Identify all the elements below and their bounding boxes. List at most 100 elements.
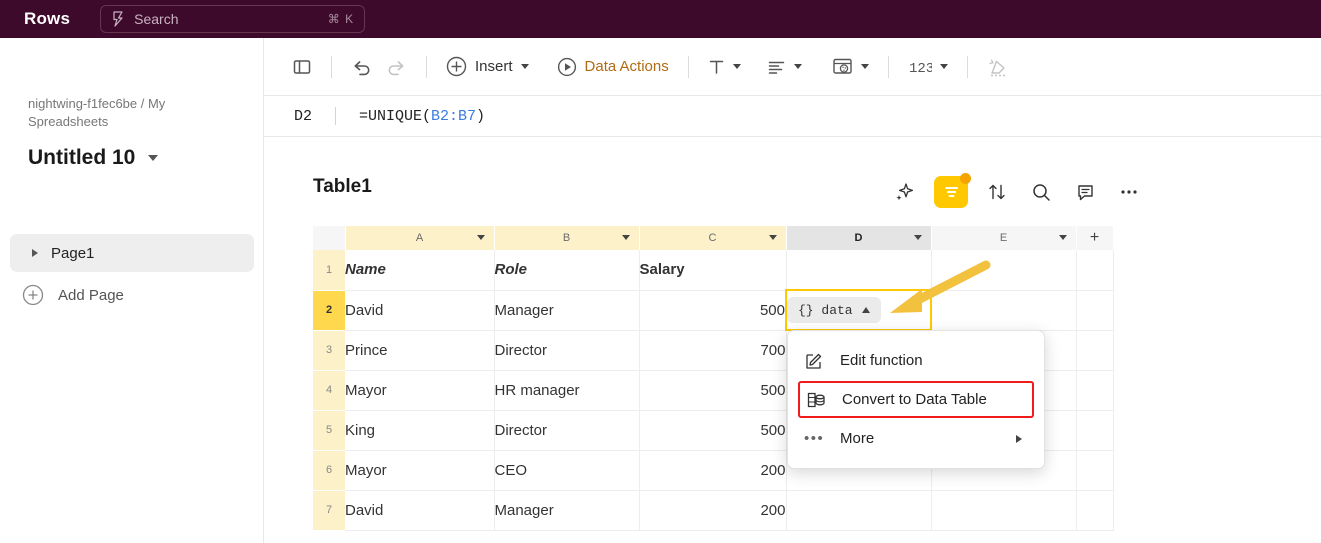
chevron-down-icon[interactable] — [520, 64, 529, 69]
chevron-right-icon[interactable] — [1016, 434, 1022, 443]
table-more-button[interactable] — [1114, 177, 1144, 207]
row-header[interactable]: 6 — [313, 450, 345, 491]
row-header-active[interactable]: 2 — [313, 290, 345, 331]
chevron-down-icon[interactable] — [1058, 235, 1067, 240]
chevron-down-icon[interactable] — [860, 64, 869, 69]
cell-c5[interactable]: 500 — [639, 410, 787, 451]
cell-b5[interactable]: Director — [494, 410, 640, 451]
table-row: 2 David Manager 500 {} data — [313, 289, 1114, 331]
menu-item-convert-to-data-table[interactable]: Convert to Data Table — [798, 381, 1034, 418]
cell-f1[interactable] — [1076, 250, 1114, 291]
cell-b1[interactable]: Role — [494, 250, 640, 291]
add-column-button[interactable]: + — [1076, 226, 1114, 250]
column-letter: A — [415, 232, 424, 244]
cell-e7[interactable] — [931, 490, 1077, 531]
row-header[interactable]: 4 — [313, 370, 345, 411]
redo-button[interactable] — [379, 51, 413, 83]
cell-b4[interactable]: HR manager — [494, 370, 640, 411]
chevron-down-icon[interactable] — [939, 64, 948, 69]
chevron-down-icon[interactable] — [148, 155, 159, 161]
cell-d7[interactable] — [786, 490, 932, 531]
global-search[interactable]: Search ⌘ K — [100, 5, 366, 33]
table-toolbar — [890, 173, 1144, 208]
cell-reference[interactable]: D2 — [294, 108, 312, 125]
row-header[interactable]: 3 — [313, 330, 345, 371]
cell-c2[interactable]: 500 — [639, 290, 787, 331]
app-logo[interactable]: Rows — [24, 9, 70, 29]
search-table-button[interactable] — [1026, 177, 1056, 207]
cell-f4[interactable] — [1076, 370, 1114, 411]
cell-c4[interactable]: 500 — [639, 370, 787, 411]
sort-button[interactable] — [982, 177, 1012, 207]
cell-c7[interactable]: 200 — [639, 490, 787, 531]
panel-toggle-button[interactable] — [286, 51, 318, 83]
cell-a1[interactable]: Name — [345, 250, 495, 291]
insert-button[interactable]: Insert — [440, 51, 535, 83]
cell-a2[interactable]: David — [345, 290, 495, 331]
chevron-right-icon[interactable] — [32, 249, 38, 257]
cell-a3[interactable]: Prince — [345, 330, 495, 371]
sort-icon — [989, 184, 1005, 200]
cell-f5[interactable] — [1076, 410, 1114, 451]
comment-button[interactable] — [1070, 177, 1100, 207]
svg-text:123: 123 — [909, 61, 932, 76]
column-header-c[interactable]: C — [639, 226, 787, 250]
document-title-row[interactable]: Untitled 10 — [28, 146, 159, 170]
search-input-placeholder[interactable]: Search — [134, 11, 328, 27]
row-header[interactable]: 5 — [313, 410, 345, 451]
cell-d2-selected[interactable]: {} data — [785, 289, 932, 331]
formula-suffix: ) — [476, 107, 486, 125]
chevron-down-icon[interactable] — [621, 235, 630, 240]
cell-b6[interactable]: CEO — [494, 450, 640, 491]
cell-e1[interactable] — [931, 250, 1077, 291]
cell-b2[interactable]: Manager — [494, 290, 640, 331]
column-header-d[interactable]: D — [786, 226, 932, 250]
cell-b3[interactable]: Director — [494, 330, 640, 371]
cell-c6[interactable]: 200 — [639, 450, 787, 491]
undo-button[interactable] — [345, 51, 379, 83]
cell-f7[interactable] — [1076, 490, 1114, 531]
cell-e2[interactable] — [931, 290, 1077, 331]
ai-sparkle-icon[interactable] — [890, 177, 920, 207]
column-header-a[interactable]: A — [345, 226, 495, 250]
chevron-down-icon[interactable] — [793, 64, 802, 69]
sidebar-item-page1[interactable]: Page1 — [10, 234, 254, 272]
chevron-down-icon[interactable] — [768, 235, 777, 240]
cell-a4[interactable]: Mayor — [345, 370, 495, 411]
cell-b7[interactable]: Manager — [494, 490, 640, 531]
formula-bar[interactable]: D2 =UNIQUE(B2:B7) — [264, 96, 1321, 137]
formula-input[interactable]: =UNIQUE(B2:B7) — [359, 108, 485, 125]
data-actions-button[interactable]: Data Actions — [551, 51, 675, 83]
cell-f6[interactable] — [1076, 450, 1114, 491]
cell-d1[interactable] — [786, 250, 932, 291]
fill-color-button[interactable] — [826, 51, 875, 83]
clear-formatting-button[interactable] — [981, 51, 1015, 83]
cell-f3[interactable] — [1076, 330, 1114, 371]
chevron-down-icon[interactable] — [476, 235, 485, 240]
filter-button[interactable] — [934, 173, 971, 208]
data-chip[interactable]: {} data — [787, 297, 881, 323]
menu-item-edit-function[interactable]: Edit function — [788, 340, 1044, 381]
cell-c3[interactable]: 700 — [639, 330, 787, 371]
cell-f2[interactable] — [1076, 290, 1114, 331]
chevron-down-icon[interactable] — [732, 64, 741, 69]
row-header[interactable]: 1 — [313, 250, 345, 291]
breadcrumb[interactable]: nightwing-f1fec6be / My Spreadsheets — [28, 95, 233, 131]
align-button[interactable] — [761, 51, 808, 83]
menu-item-more[interactable]: ••• More — [788, 418, 1044, 459]
row-header[interactable]: 7 — [313, 490, 345, 531]
lightning-search-icon — [113, 11, 123, 27]
table-name[interactable]: Table1 — [313, 176, 372, 198]
number-format-button[interactable]: 123 — [902, 51, 954, 83]
chevron-down-icon[interactable] — [913, 235, 922, 240]
column-header-e[interactable]: E — [931, 226, 1077, 250]
cell-a7[interactable]: David — [345, 490, 495, 531]
cell-a5[interactable]: King — [345, 410, 495, 451]
column-header-b[interactable]: B — [494, 226, 640, 250]
grid-corner[interactable] — [313, 226, 346, 250]
cell-a6[interactable]: Mayor — [345, 450, 495, 491]
cell-c1[interactable]: Salary — [639, 250, 787, 291]
add-page-button[interactable]: Add Page — [22, 284, 124, 306]
caret-up-icon[interactable] — [861, 307, 870, 313]
text-format-button[interactable] — [702, 51, 747, 83]
